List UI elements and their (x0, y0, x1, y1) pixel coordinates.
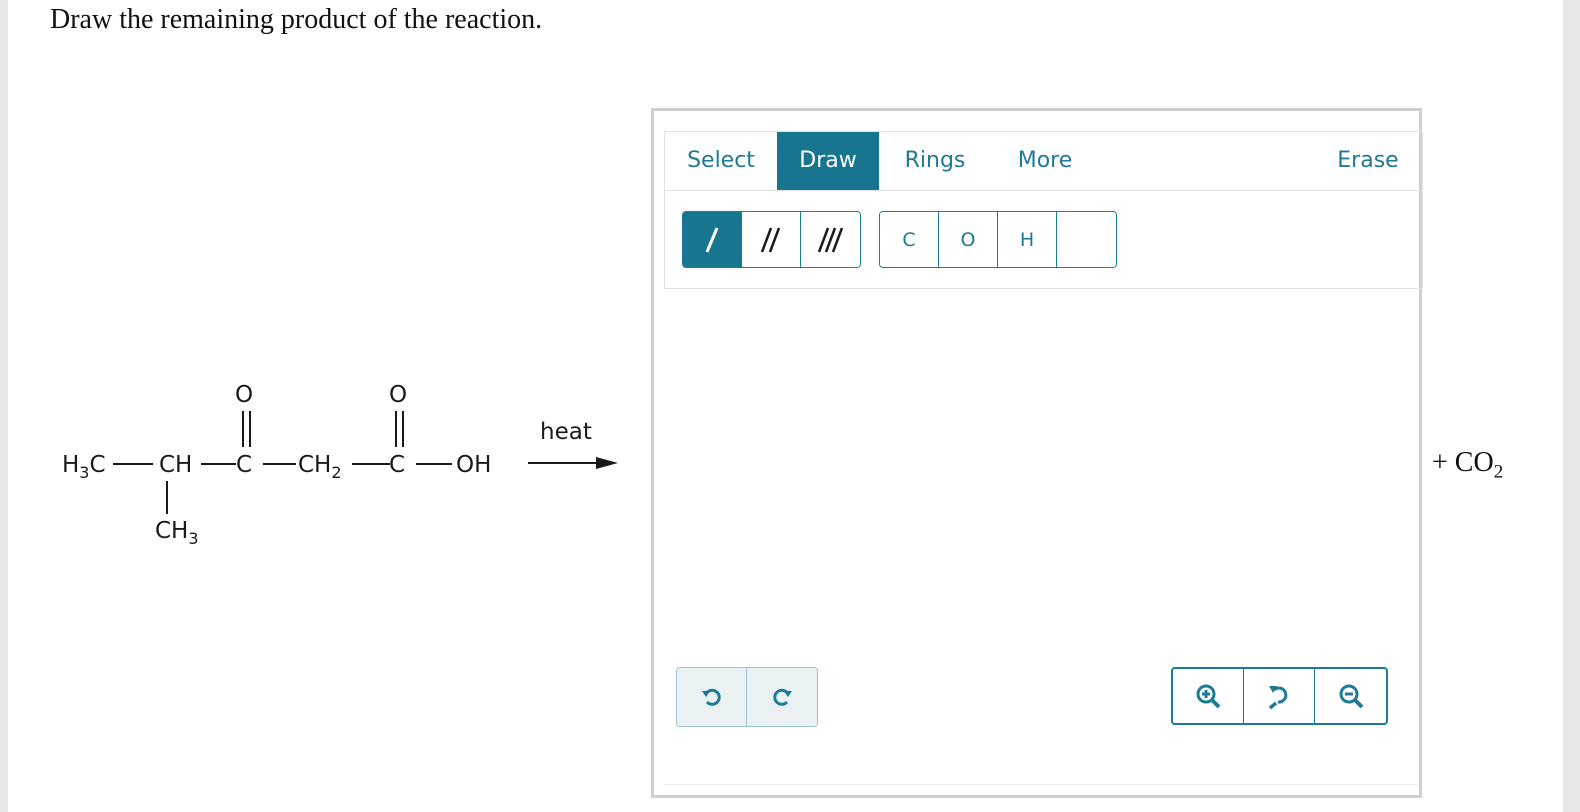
byproduct-label: + CO2 (1432, 447, 1503, 484)
double-bond-icon (760, 227, 781, 252)
triple-bond-icon (817, 227, 843, 252)
atom-button-label: H (1019, 228, 1035, 251)
zoom-out-button[interactable] (1315, 669, 1386, 723)
double-bond-button[interactable] (742, 212, 801, 267)
tab-select[interactable]: Select (665, 132, 777, 190)
undo-button[interactable] (677, 668, 747, 726)
zoom-in-button[interactable] (1173, 669, 1244, 723)
structure-editor: Select Draw Rings More Erase C O H (651, 108, 1423, 798)
zoom-reset-icon (1268, 686, 1288, 710)
atom-button-oxygen[interactable]: O (939, 212, 998, 267)
undo-icon (701, 688, 721, 706)
tab-more[interactable]: More (1005, 132, 1085, 190)
atom-tools: C O H (879, 211, 1117, 268)
zoom-controls (1171, 667, 1388, 725)
tab-draw[interactable]: Draw (777, 132, 879, 190)
byproduct-text: + CO (1432, 447, 1494, 478)
editor-toolbar: Select Draw Rings More Erase C O H (664, 131, 1423, 289)
atom-button-label: O (960, 228, 976, 251)
atom-button-empty[interactable] (1057, 212, 1116, 267)
single-bond-icon (705, 226, 719, 253)
bond-tools (682, 211, 861, 268)
byproduct-subscript: 2 (1493, 461, 1504, 483)
redo-button[interactable] (747, 668, 817, 726)
editor-footer-divider (664, 784, 1419, 785)
single-bond-button[interactable] (683, 212, 742, 267)
atom-button-label: C (902, 228, 916, 251)
tab-rings[interactable]: Rings (895, 132, 975, 190)
redo-icon (773, 688, 792, 706)
atom-button-hydrogen[interactable]: H (998, 212, 1057, 267)
triple-bond-button[interactable] (801, 212, 860, 267)
zoom-out-icon (1339, 684, 1363, 709)
zoom-in-icon (1196, 684, 1221, 709)
zoom-reset-button[interactable] (1244, 669, 1315, 723)
tab-divider (665, 190, 1422, 191)
tab-erase[interactable]: Erase (1325, 132, 1411, 190)
question-prompt: Draw the remaining product of the reacti… (50, 4, 543, 35)
history-controls (676, 667, 818, 727)
atom-button-carbon[interactable]: C (880, 212, 939, 267)
